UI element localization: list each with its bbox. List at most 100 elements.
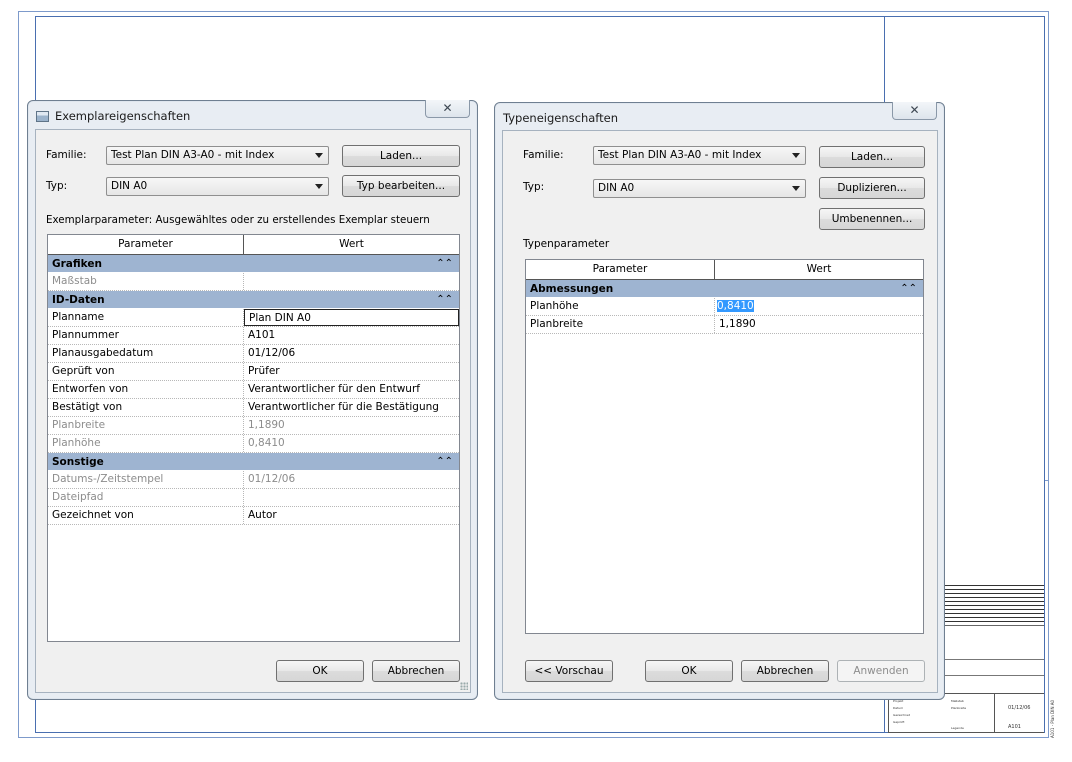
group-header-abmessungen[interactable]: Abmessungen ⌃⌃ — [526, 280, 923, 298]
property-row[interactable]: Planhöhe 0,8410 — [526, 298, 923, 316]
property-row[interactable]: Bestätigt von Verantwortlicher für die B… — [48, 399, 459, 417]
property-row[interactable]: Plannummer A101 — [48, 327, 459, 345]
group-name: Sonstige — [52, 456, 104, 468]
collapse-icon[interactable]: ⌃⌃ — [436, 291, 453, 309]
family-dropdown-value: Test Plan DIN A3-A0 - mit Index — [598, 149, 762, 161]
column-header-value[interactable]: Wert — [244, 235, 459, 254]
property-value[interactable]: Verantwortlicher für die Bestätigung — [244, 399, 459, 416]
property-name: Maßstab — [48, 273, 244, 290]
titleblock-date: 01/12/06 — [1008, 705, 1031, 711]
column-header-parameter[interactable]: Parameter — [526, 260, 715, 279]
property-value[interactable]: A101 — [244, 327, 459, 344]
chevron-down-icon — [792, 186, 800, 191]
property-row[interactable]: Entworfen von Verantwortlicher für den E… — [48, 381, 459, 399]
property-value: 01/12/06 — [248, 473, 296, 485]
collapse-icon[interactable]: ⌃⌃ — [436, 255, 453, 273]
type-dropdown-value: DIN A0 — [598, 182, 635, 194]
column-header-parameter[interactable]: Parameter — [48, 235, 244, 254]
collapse-icon[interactable]: ⌃⌃ — [436, 453, 453, 471]
dialog-title: Typeneigenschaften — [503, 111, 619, 125]
group-header-sonstige[interactable]: Sonstige ⌃⌃ — [48, 453, 459, 471]
family-dropdown[interactable]: Test Plan DIN A3-A0 - mit Index — [106, 146, 329, 165]
property-name: Planname — [48, 309, 244, 326]
collapse-icon[interactable]: ⌃⌃ — [900, 280, 917, 298]
dialog-client-area: Familie: Test Plan DIN A3-A0 - mit Index… — [502, 130, 938, 693]
resize-grip-icon[interactable] — [460, 682, 468, 690]
cancel-button[interactable]: Abbrechen — [372, 660, 460, 682]
property-value — [244, 489, 459, 506]
type-label: Typ: — [523, 181, 545, 193]
rename-button[interactable]: Umbenennen... — [819, 208, 925, 230]
group-header-grafiken[interactable]: Grafiken ⌃⌃ — [48, 255, 459, 273]
dialog-title: Exemplareigenschaften — [55, 109, 191, 123]
instance-property-grid: Parameter Wert Grafiken ⌃⌃ Maßstab ID-Da… — [47, 234, 460, 642]
group-name: Abmessungen — [530, 283, 614, 295]
dialog-client-area: Familie: Test Plan DIN A3-A0 - mit Index… — [35, 129, 471, 693]
cancel-button[interactable]: Abbrechen — [741, 660, 829, 682]
property-value[interactable]: Verantwortlicher für den Entwurf — [244, 381, 459, 398]
close-button[interactable]: ✕ — [892, 102, 937, 120]
type-dropdown[interactable]: DIN A0 — [106, 177, 329, 196]
type-params-caption: Typenparameter — [523, 238, 610, 250]
property-row[interactable]: Planbreite 1,1890 — [48, 417, 459, 435]
grid-header: Parameter Wert — [526, 260, 923, 280]
property-name: Planbreite — [526, 316, 715, 333]
property-value[interactable]: 01/12/06 — [244, 345, 459, 362]
ok-button[interactable]: OK — [276, 660, 364, 682]
family-dropdown[interactable]: Test Plan DIN A3-A0 - mit Index — [593, 146, 806, 165]
property-value: 1,1890 — [248, 419, 285, 431]
type-properties-dialog: Typeneigenschaften ✕ Familie: Test Plan … — [494, 102, 945, 700]
ok-button[interactable]: OK — [645, 660, 733, 682]
family-label: Familie: — [523, 149, 564, 161]
property-name: Bestätigt von — [48, 399, 244, 416]
load-button[interactable]: Laden... — [342, 145, 460, 167]
property-value[interactable]: Autor — [244, 507, 459, 524]
property-row[interactable]: Planhöhe 0,8410 — [48, 435, 459, 453]
duplicate-button[interactable]: Duplizieren... — [819, 177, 925, 199]
edit-type-button[interactable]: Typ bearbeiten... — [342, 175, 460, 197]
selected-value-text[interactable]: 0,8410 — [717, 300, 754, 312]
chevron-down-icon — [315, 184, 323, 189]
app-icon — [36, 110, 49, 122]
dialog-title-bar: Typeneigenschaften — [503, 109, 618, 127]
property-value: 0,8410 — [248, 437, 285, 449]
group-header-id-daten[interactable]: ID-Daten ⌃⌃ — [48, 291, 459, 309]
chevron-down-icon — [315, 153, 323, 158]
property-row[interactable]: Geprüft von Prüfer — [48, 363, 459, 381]
group-name: Grafiken — [52, 258, 102, 270]
instance-params-caption: Exemplarparameter: Ausgewähltes oder zu … — [46, 214, 430, 226]
column-header-value[interactable]: Wert — [715, 260, 923, 279]
load-button[interactable]: Laden... — [819, 146, 925, 168]
property-row[interactable]: Planbreite 1,1890 — [526, 316, 923, 334]
property-row[interactable]: Planname Plan DIN A0 — [48, 309, 459, 327]
property-row[interactable]: Planausgabedatum 01/12/06 — [48, 345, 459, 363]
property-value[interactable]: 1,1890 — [715, 316, 923, 333]
type-property-grid: Parameter Wert Abmessungen ⌃⌃ Planhöhe 0… — [525, 259, 924, 634]
family-label: Familie: — [46, 149, 87, 161]
property-row[interactable]: Dateipfad — [48, 489, 459, 507]
preview-button[interactable]: << Vorschau — [525, 660, 613, 682]
grid-header: Parameter Wert — [48, 235, 459, 255]
property-name: Geprüft von — [48, 363, 244, 380]
group-name: ID-Daten — [52, 294, 105, 306]
close-button[interactable]: ✕ — [425, 100, 470, 118]
property-name: Planhöhe — [48, 435, 244, 452]
property-row[interactable]: Gezeichnet von Autor — [48, 507, 459, 525]
property-value[interactable]: Prüfer — [244, 363, 459, 380]
property-name: Datums-/Zeitstempel — [48, 471, 244, 488]
property-name: Plannummer — [48, 327, 244, 344]
property-row[interactable]: Maßstab — [48, 273, 459, 291]
property-name: Entworfen von — [48, 381, 244, 398]
property-value-input[interactable]: 0,8410 — [715, 298, 923, 315]
titleblock-sheet-number: A101 — [1008, 724, 1021, 730]
type-label: Typ: — [46, 180, 68, 192]
dialog-title-bar: Exemplareigenschaften — [36, 107, 190, 125]
property-name: Planhöhe — [526, 298, 715, 315]
instance-properties-dialog: Exemplareigenschaften ✕ Familie: Test Pl… — [27, 100, 478, 700]
property-value-input[interactable]: Plan DIN A0 — [244, 309, 459, 326]
property-name: Dateipfad — [48, 489, 244, 506]
property-name: Planausgabedatum — [48, 345, 244, 362]
apply-button[interactable]: Anwenden — [837, 660, 925, 682]
property-row[interactable]: Datums-/Zeitstempel 01/12/06 — [48, 471, 459, 489]
type-dropdown[interactable]: DIN A0 — [593, 179, 806, 198]
